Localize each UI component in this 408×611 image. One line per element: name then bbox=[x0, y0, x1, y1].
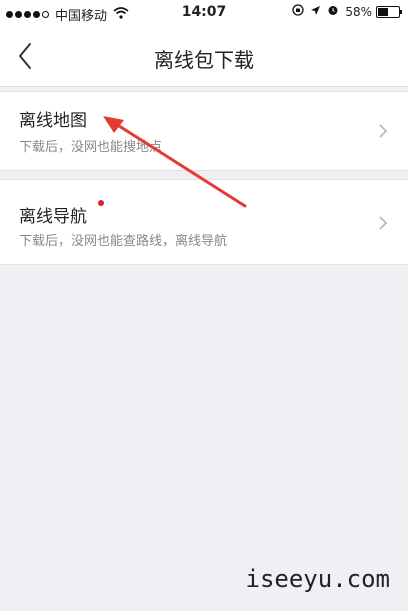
status-bar: 中国移动 14:07 58% bbox=[0, 0, 408, 26]
offline-navigation-desc: 下载后，没网也能查路线，离线导航 bbox=[19, 234, 228, 249]
battery-percent: 58% bbox=[345, 4, 372, 19]
chevron-right-icon bbox=[379, 124, 388, 138]
offline-map-item[interactable]: 离线地图 下载后，没网也能搜地点 bbox=[0, 91, 408, 171]
new-badge-dot bbox=[98, 200, 104, 206]
battery-icon bbox=[376, 5, 402, 18]
status-right: 58% bbox=[286, 4, 402, 19]
offline-navigation-title: 离线导航 bbox=[19, 207, 87, 227]
orientation-lock-icon bbox=[292, 4, 304, 19]
offline-navigation-item[interactable]: 离线导航 下载后，没网也能查路线，离线导航 bbox=[0, 179, 408, 265]
page-title: 离线包下载 bbox=[154, 48, 254, 72]
chevron-right-icon bbox=[379, 216, 388, 230]
offline-map-title: 离线地图 bbox=[19, 111, 87, 131]
offline-map-desc: 下载后，没网也能搜地点 bbox=[19, 140, 163, 155]
alarm-icon bbox=[327, 4, 339, 19]
location-arrow-icon bbox=[310, 5, 321, 19]
watermark-text: iseeyu.com bbox=[245, 565, 391, 593]
nav-bar: 离线包下载 bbox=[0, 26, 408, 87]
